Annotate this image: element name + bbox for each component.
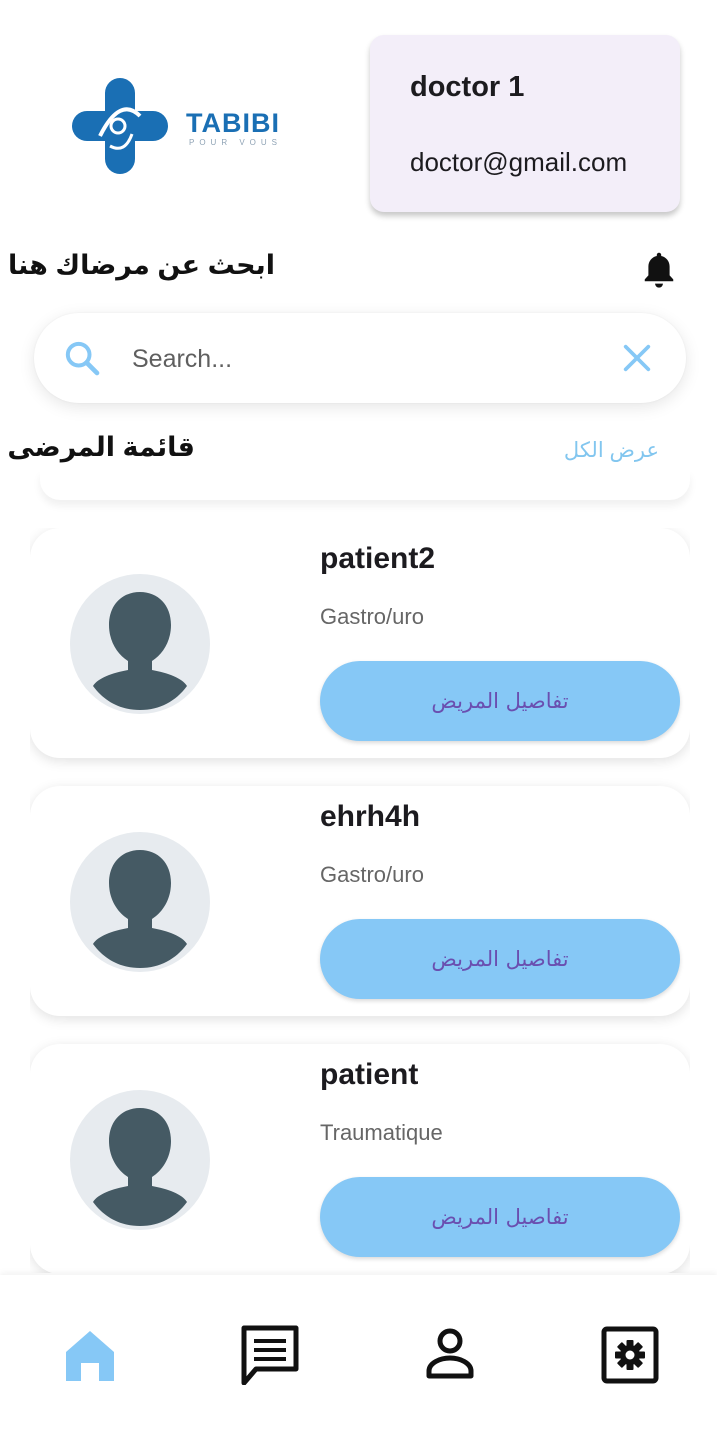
medical-cross-icon: [72, 78, 168, 174]
doctor-profile-card[interactable]: doctor 1 doctor@gmail.com: [370, 35, 680, 212]
close-icon[interactable]: [620, 341, 654, 375]
bottom-navigation: [0, 1275, 717, 1436]
avatar: [70, 1090, 210, 1230]
avatar: [70, 832, 210, 972]
patient-card: patient2 Gastro/uro تفاصيل المريض: [30, 528, 690, 758]
nav-profile[interactable]: [420, 1325, 480, 1385]
search-heading: ابحث عن مرضاك هنا: [7, 250, 275, 280]
patient-details-button[interactable]: تفاصيل المريض: [320, 1177, 680, 1257]
settings-icon: [601, 1326, 659, 1384]
search-bar: [34, 313, 686, 403]
tabibi-logo: TABIBI POUR VOUS: [70, 76, 300, 176]
search-icon: [65, 341, 100, 376]
patient-card: ehrh4h Gastro/uro تفاصيل المريض: [30, 786, 690, 1016]
doctor-email: doctor@gmail.com: [410, 147, 628, 177]
patient-specialty: Gastro/uro: [320, 604, 424, 629]
logo-brand: TABIBI: [186, 108, 280, 138]
patient-name: patient2: [320, 542, 436, 575]
patient-name: patient: [320, 1058, 419, 1091]
nav-home[interactable]: [60, 1325, 120, 1385]
avatar: [70, 574, 210, 714]
patients-list-title: قائمة المرضى: [7, 432, 195, 462]
home-icon: [66, 1331, 114, 1381]
user-silhouette-icon: [93, 850, 187, 968]
view-all-link[interactable]: عرض الكل: [564, 438, 659, 463]
person-icon: [426, 1328, 474, 1379]
doctor-name: doctor 1: [410, 71, 525, 103]
patient-card: patient Traumatique تفاصيل المريض: [30, 1044, 690, 1273]
patient-details-button[interactable]: تفاصيل المريض: [320, 661, 680, 741]
search-input[interactable]: [130, 333, 604, 385]
user-silhouette-icon: [93, 592, 187, 710]
user-silhouette-icon: [93, 1108, 187, 1226]
logo-tagline: POUR VOUS: [189, 138, 283, 147]
notification-bell-icon[interactable]: [640, 250, 678, 292]
patient-specialty: Traumatique: [320, 1120, 443, 1145]
patient-specialty: Gastro/uro: [320, 862, 424, 887]
patient-name: ehrh4h: [320, 800, 421, 833]
chat-icon: [241, 1325, 299, 1386]
list-divider: [40, 470, 690, 500]
patient-details-button[interactable]: تفاصيل المريض: [320, 919, 680, 999]
patient-list[interactable]: patient2 Gastro/uro تفاصيل المريض ehrh4h…: [30, 528, 690, 1273]
nav-messages[interactable]: [240, 1325, 300, 1386]
nav-settings[interactable]: [600, 1325, 660, 1385]
